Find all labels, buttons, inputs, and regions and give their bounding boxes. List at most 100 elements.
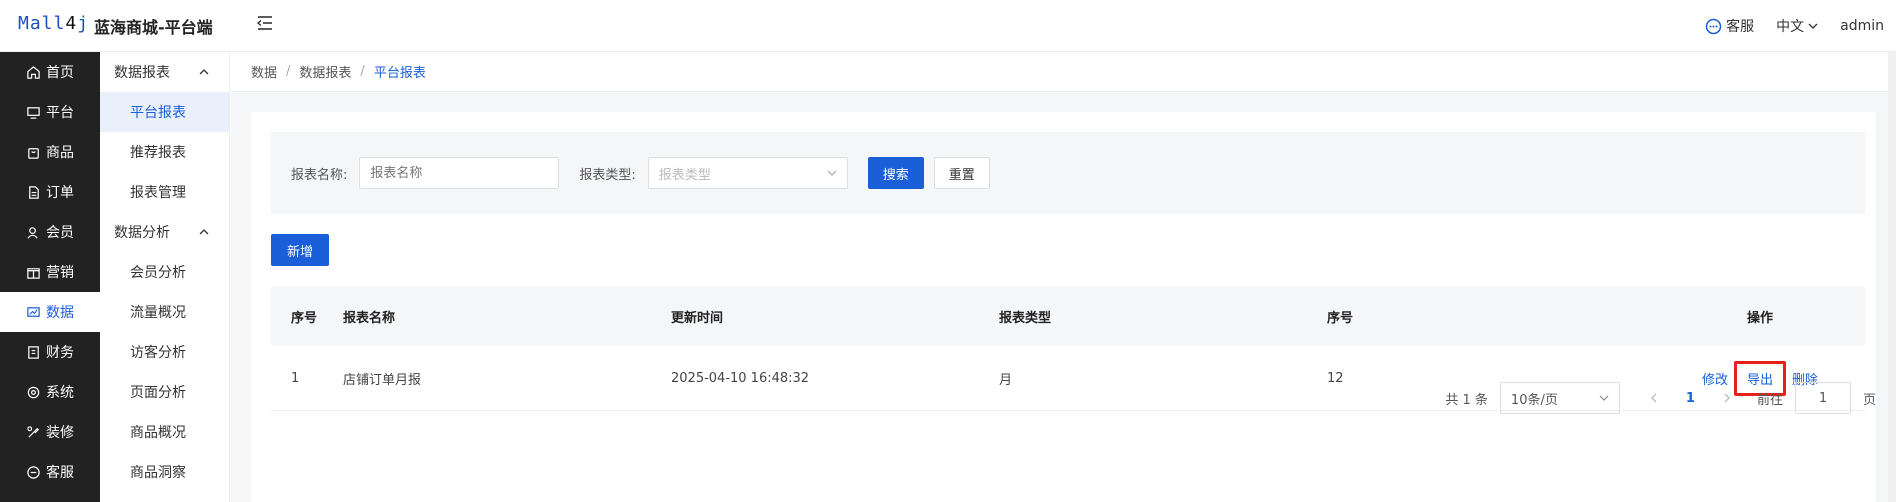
- sub-item-platform-report[interactable]: 平台报表: [100, 92, 229, 132]
- nav-label: 平台: [46, 105, 74, 121]
- cell-report-type: 月: [999, 372, 1013, 388]
- nav-label: 数据: [46, 305, 74, 321]
- wallet-icon: [28, 345, 39, 359]
- sub-item-page-analysis[interactable]: 页面分析: [100, 372, 229, 412]
- sub-group-reports[interactable]: 数据报表: [100, 52, 229, 92]
- chevron-up-icon: [199, 69, 209, 75]
- column-header: 序号: [291, 310, 318, 326]
- site-name: 蓝海商城-平台端: [94, 18, 213, 37]
- sub-item-recommend-report[interactable]: 推荐报表: [100, 132, 229, 172]
- goto-page-input[interactable]: 1: [1794, 382, 1851, 414]
- add-button[interactable]: 新增: [271, 234, 329, 266]
- page-size-value: 10条/页: [1510, 392, 1558, 408]
- column-header: 序号: [1327, 310, 1354, 326]
- chevron-right-icon[interactable]: [1721, 392, 1733, 404]
- chart-icon: [27, 306, 40, 317]
- user-icon: [27, 226, 38, 239]
- bag-icon: [28, 147, 39, 159]
- report-name-label: 报表名称:: [291, 167, 348, 183]
- sub-item-report-manage[interactable]: 报表管理: [100, 172, 229, 212]
- language-label: 中文: [1776, 19, 1805, 35]
- nav-label: 首页: [46, 65, 74, 81]
- sub-group-analysis[interactable]: 数据分析: [100, 212, 229, 252]
- pagination: 共 1 条 10条/页 1 前往 1 页: [1445, 382, 1876, 414]
- nav-item-finance[interactable]: 财务: [0, 332, 100, 372]
- language-select[interactable]: 中文: [1776, 16, 1818, 36]
- sub-item-visitor[interactable]: 访客分析: [100, 332, 229, 372]
- nav-label: 营销: [46, 265, 74, 281]
- column-header: 报表名称: [343, 310, 396, 326]
- cell-updated-time: 2025-04-10 16:48:32: [671, 370, 810, 386]
- breadcrumb: 数据 / 数据报表 / 平台报表: [231, 52, 1896, 92]
- report-type-select[interactable]: 报表类型: [647, 157, 848, 189]
- nav-label: 客服: [46, 465, 74, 481]
- chevron-down-icon: [827, 170, 837, 176]
- column-header: 更新时间: [671, 310, 724, 326]
- breadcrumb-current: 平台报表: [373, 66, 426, 81]
- user-menu[interactable]: admin: [1840, 18, 1884, 34]
- sub-item-product-overview[interactable]: 商品概况: [100, 412, 229, 452]
- sub-item-member-analysis[interactable]: 会员分析: [100, 252, 229, 292]
- monitor-icon: [27, 106, 40, 119]
- page-number-current[interactable]: 1: [1686, 391, 1695, 406]
- search-button[interactable]: 搜索: [867, 157, 924, 189]
- page-unit-label: 页: [1862, 392, 1876, 408]
- report-type-placeholder: 报表类型: [658, 167, 711, 183]
- table-header: 序号 报表名称 更新时间 报表类型 序号 操作: [271, 286, 1865, 346]
- chevron-down-icon: [1808, 23, 1818, 29]
- vertical-scrollbar[interactable]: [1888, 52, 1896, 502]
- username: admin: [1840, 18, 1884, 34]
- gift-icon: [27, 267, 40, 279]
- nav-item-decorate[interactable]: 装修: [0, 412, 100, 452]
- nav-item-members[interactable]: 会员: [0, 212, 100, 252]
- logo-number: 4: [65, 13, 78, 34]
- nav-item-marketing[interactable]: 营销: [0, 252, 100, 292]
- column-header: 操作: [1746, 310, 1773, 326]
- chat-icon: [27, 465, 40, 479]
- nav-label: 商品: [46, 145, 74, 161]
- nav-label: 订单: [46, 185, 74, 201]
- document-icon: [29, 185, 39, 199]
- report-type-label: 报表类型:: [579, 167, 636, 183]
- report-name-input[interactable]: [359, 157, 560, 189]
- nav-label: 会员: [46, 225, 74, 241]
- nav-item-service[interactable]: 客服: [0, 452, 100, 492]
- chevron-up-icon: [199, 229, 209, 235]
- customer-service-label: 客服: [1726, 19, 1755, 35]
- chat-bubble-icon: [1705, 18, 1722, 34]
- brush-icon: [27, 425, 40, 438]
- content-area: 数据 / 数据报表 / 平台报表 报表名称: 报表类型: 报表类型 搜索 重置 …: [231, 52, 1896, 502]
- goto-label: 前往: [1756, 392, 1783, 408]
- nav-item-home[interactable]: 首页: [0, 52, 100, 92]
- search-form: 报表名称: 报表类型: 报表类型 搜索 重置: [271, 132, 1865, 214]
- nav-item-system[interactable]: 系统: [0, 372, 100, 412]
- nav-label: 装修: [46, 425, 74, 441]
- logo-end: j: [77, 13, 90, 34]
- main-panel: 报表名称: 报表类型: 报表类型 搜索 重置 新增 序号 报表名称 更新时间 报…: [251, 112, 1876, 502]
- sub-sidebar: 数据报表 平台报表 推荐报表 报表管理 数据分析 会员分析 流量概况 访客分析 …: [100, 52, 230, 502]
- nav-item-orders[interactable]: 订单: [0, 172, 100, 212]
- cell-index: 1: [291, 370, 300, 386]
- chevron-down-icon: [1599, 395, 1609, 401]
- page-size-select[interactable]: 10条/页: [1499, 382, 1620, 414]
- sub-group-label: 数据报表: [114, 65, 170, 81]
- main-sidebar: 首页 平台 商品 订单 会员 营销 数据 财务 系统 装修 客服: [0, 52, 100, 502]
- nav-item-data[interactable]: 数据: [0, 292, 100, 332]
- customer-service-button[interactable]: 客服: [1705, 16, 1754, 36]
- home-icon: [27, 65, 40, 79]
- column-header: 报表类型: [999, 310, 1052, 326]
- nav-item-platform[interactable]: 平台: [0, 92, 100, 132]
- reset-button[interactable]: 重置: [933, 157, 990, 189]
- nav-item-products[interactable]: 商品: [0, 132, 100, 172]
- sub-item-product-insight[interactable]: 商品洞察: [100, 452, 229, 492]
- logo-text: Mall: [18, 13, 66, 34]
- sub-item-traffic[interactable]: 流量概况: [100, 292, 229, 332]
- breadcrumb-item[interactable]: 数据: [251, 62, 277, 81]
- cell-report-name: 店铺订单月报: [343, 372, 422, 388]
- menu-collapse-icon[interactable]: [256, 14, 274, 32]
- breadcrumb-item[interactable]: 数据报表: [299, 62, 351, 81]
- chevron-left-icon[interactable]: [1648, 392, 1660, 404]
- pagination-total: 共 1 条: [1445, 392, 1488, 408]
- sub-group-label: 数据分析: [114, 225, 170, 241]
- logo[interactable]: Mall4j: [18, 13, 89, 34]
